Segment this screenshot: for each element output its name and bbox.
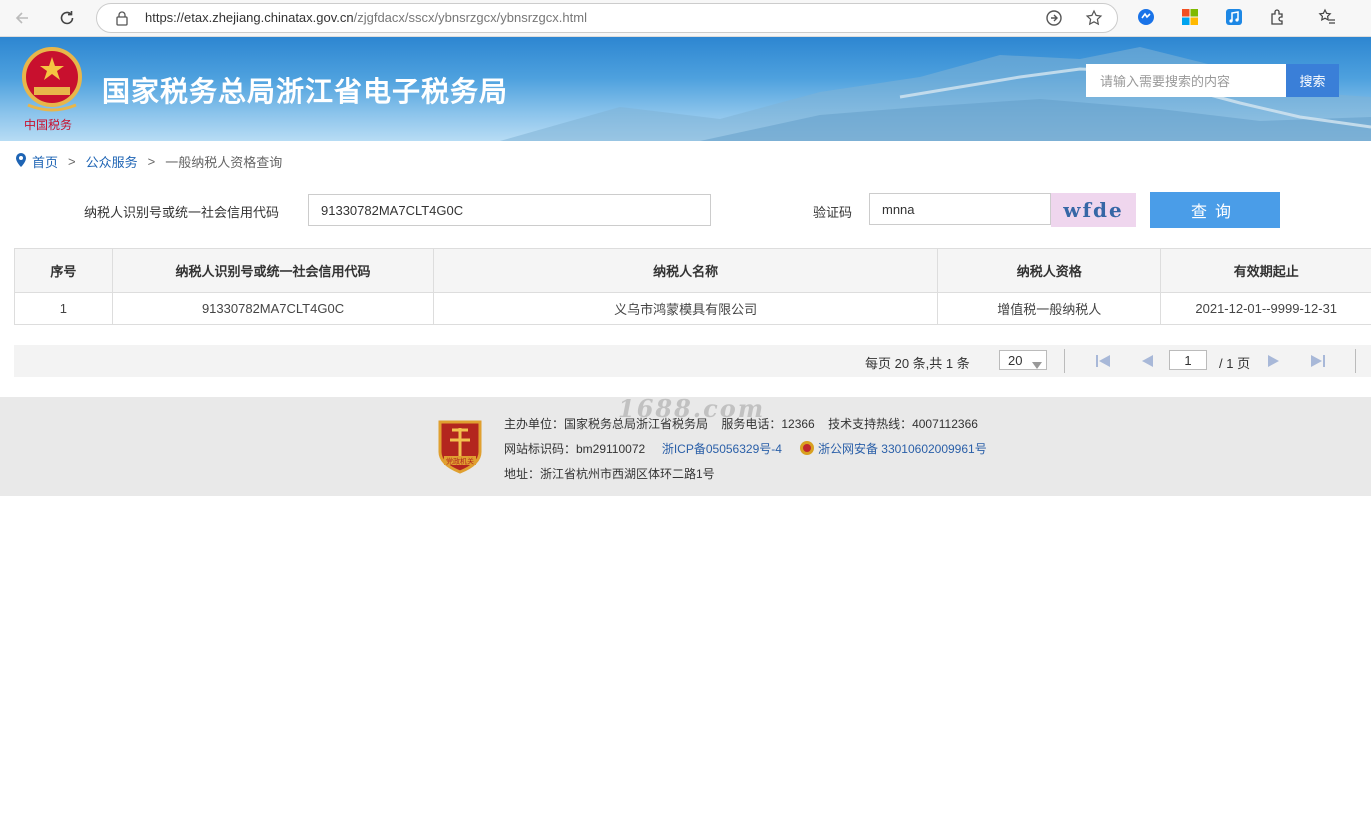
column-header: 序号: [14, 248, 113, 293]
taxpayer-id-input[interactable]: 91330782MA7CLT4G0C: [308, 194, 711, 226]
breadcrumb-public-service[interactable]: 公众服务: [86, 152, 138, 171]
result-table: 序号 纳税人识别号或统一社会信用代码 纳税人名称 纳税人资格 有效期起止 1 9…: [14, 248, 1371, 325]
badge-text: 党政机关: [446, 457, 474, 466]
footer-support-hotline: 技术支持热线：4007112366: [828, 417, 978, 431]
table-cell: 义乌市鸿蒙模具有限公司: [433, 292, 938, 325]
government-badge-icon[interactable]: 党政机关: [436, 418, 484, 477]
pagination-bar: 每页 20 条,共 1 条 20 1 / 1 页: [14, 345, 1371, 377]
column-header: 纳税人资格: [936, 248, 1162, 293]
current-page-input[interactable]: 1: [1169, 350, 1207, 370]
site-footer: 1688.com 党政机关 主办单位：国家税务总局浙江省税务局 服务电话：123…: [0, 394, 1371, 496]
back-icon[interactable]: [10, 6, 34, 30]
pager-divider: [1355, 349, 1356, 373]
table-cell: 增值税一般纳税人: [936, 292, 1162, 325]
chevron-down-icon: [1032, 357, 1042, 372]
site-search-button[interactable]: 搜索: [1286, 64, 1339, 97]
table-row: 1 91330782MA7CLT4G0C 义乌市鸿蒙模具有限公司 增值税一般纳税…: [14, 292, 1371, 325]
first-page-icon[interactable]: [1094, 352, 1112, 370]
office-icon[interactable]: [1179, 6, 1201, 28]
lock-icon[interactable]: [115, 10, 129, 29]
total-pages: / 1 页: [1219, 356, 1251, 371]
url-path: /zjgfdacx/sscx/ybnsrzgcx/ybnsrzgcx.html: [353, 10, 587, 25]
site-title: 国家税务总局浙江省电子税务局: [102, 75, 509, 108]
svg-text:中国税务: 中国税务: [24, 117, 72, 132]
pagination-info: 每页 20 条,共 1 条: [865, 356, 970, 371]
column-header: 有效期起止: [1160, 248, 1371, 293]
last-page-icon[interactable]: [1309, 352, 1327, 370]
location-pin-icon: [14, 152, 28, 171]
taxpayer-id-label: 纳税人识别号或统一社会信用代码: [84, 205, 280, 220]
captcha-input[interactable]: mnna: [869, 193, 1051, 225]
address-bar[interactable]: https://etax.zhejiang.chinatax.gov.cn/zj…: [96, 3, 1118, 33]
column-header: 纳税人识别号或统一社会信用代码: [111, 248, 435, 293]
table-cell: 2021-12-01--9999-12-31: [1160, 292, 1371, 325]
reload-icon[interactable]: [55, 6, 79, 30]
breadcrumb: 首页 > 公众服务 > 一般纳税人资格查询: [14, 152, 282, 171]
read-aloud-icon[interactable]: [1045, 9, 1063, 30]
footer-service-phone: 服务电话：12366: [721, 417, 815, 431]
column-header: 纳税人名称: [433, 248, 938, 293]
footer-police-link[interactable]: 浙公网安备 33010602009961号: [818, 442, 987, 456]
url-text: https://etax.zhejiang.chinatax.gov.cn/zj…: [145, 10, 587, 25]
site-header: 中国税务 国家税务总局浙江省电子税务局 请输入需要搜索的内容 搜索: [0, 37, 1371, 141]
extension-blue-icon[interactable]: [1135, 6, 1157, 28]
url-host: https://etax.zhejiang.chinatax.gov.cn: [145, 10, 354, 25]
footer-site-id: 网站标识码：bm29110072: [504, 442, 646, 456]
query-button[interactable]: 查询: [1150, 192, 1280, 228]
table-cell: 1: [14, 292, 113, 325]
page-size-select[interactable]: 20: [999, 350, 1047, 370]
footer-line-1: 主办单位：国家税务总局浙江省税务局 服务电话：12366 技术支持热线：4007…: [504, 415, 978, 432]
police-badge-icon: [799, 440, 815, 459]
breadcrumb-home[interactable]: 首页: [32, 152, 58, 171]
captcha-image[interactable]: wfde: [1051, 193, 1136, 227]
captcha-label: 验证码: [813, 205, 853, 220]
footer-sponsor: 主办单位：国家税务总局浙江省税务局: [504, 417, 709, 431]
next-page-icon[interactable]: [1265, 352, 1283, 370]
breadcrumb-current: 一般纳税人资格查询: [165, 155, 283, 170]
breadcrumb-separator: >: [147, 154, 156, 169]
music-icon[interactable]: [1223, 6, 1245, 28]
browser-toolbar: https://etax.zhejiang.chinatax.gov.cn/zj…: [0, 0, 1371, 37]
favorite-star-icon[interactable]: [1085, 9, 1103, 30]
site-search-input[interactable]: 请输入需要搜索的内容: [1086, 64, 1286, 97]
footer-address: 地址：浙江省杭州市西湖区体环二路1号: [504, 467, 715, 481]
prev-page-icon[interactable]: [1138, 352, 1156, 370]
table-cell: 91330782MA7CLT4G0C: [111, 292, 435, 325]
tax-emblem-icon: 中国税务: [20, 45, 84, 136]
breadcrumb-separator: >: [68, 154, 76, 169]
extensions-puzzle-icon[interactable]: [1267, 6, 1289, 28]
pager-divider: [1064, 349, 1065, 373]
footer-icp-link[interactable]: 浙ICP备05056329号-4: [662, 442, 782, 456]
favorites-list-icon[interactable]: [1316, 6, 1338, 28]
footer-line-2: 网站标识码：bm29110072 浙ICP备05056329号-4 浙公网安备 …: [504, 440, 987, 459]
page-size-value: 20: [1008, 352, 1023, 368]
table-header-row: 序号 纳税人识别号或统一社会信用代码 纳税人名称 纳税人资格 有效期起止: [14, 248, 1371, 293]
